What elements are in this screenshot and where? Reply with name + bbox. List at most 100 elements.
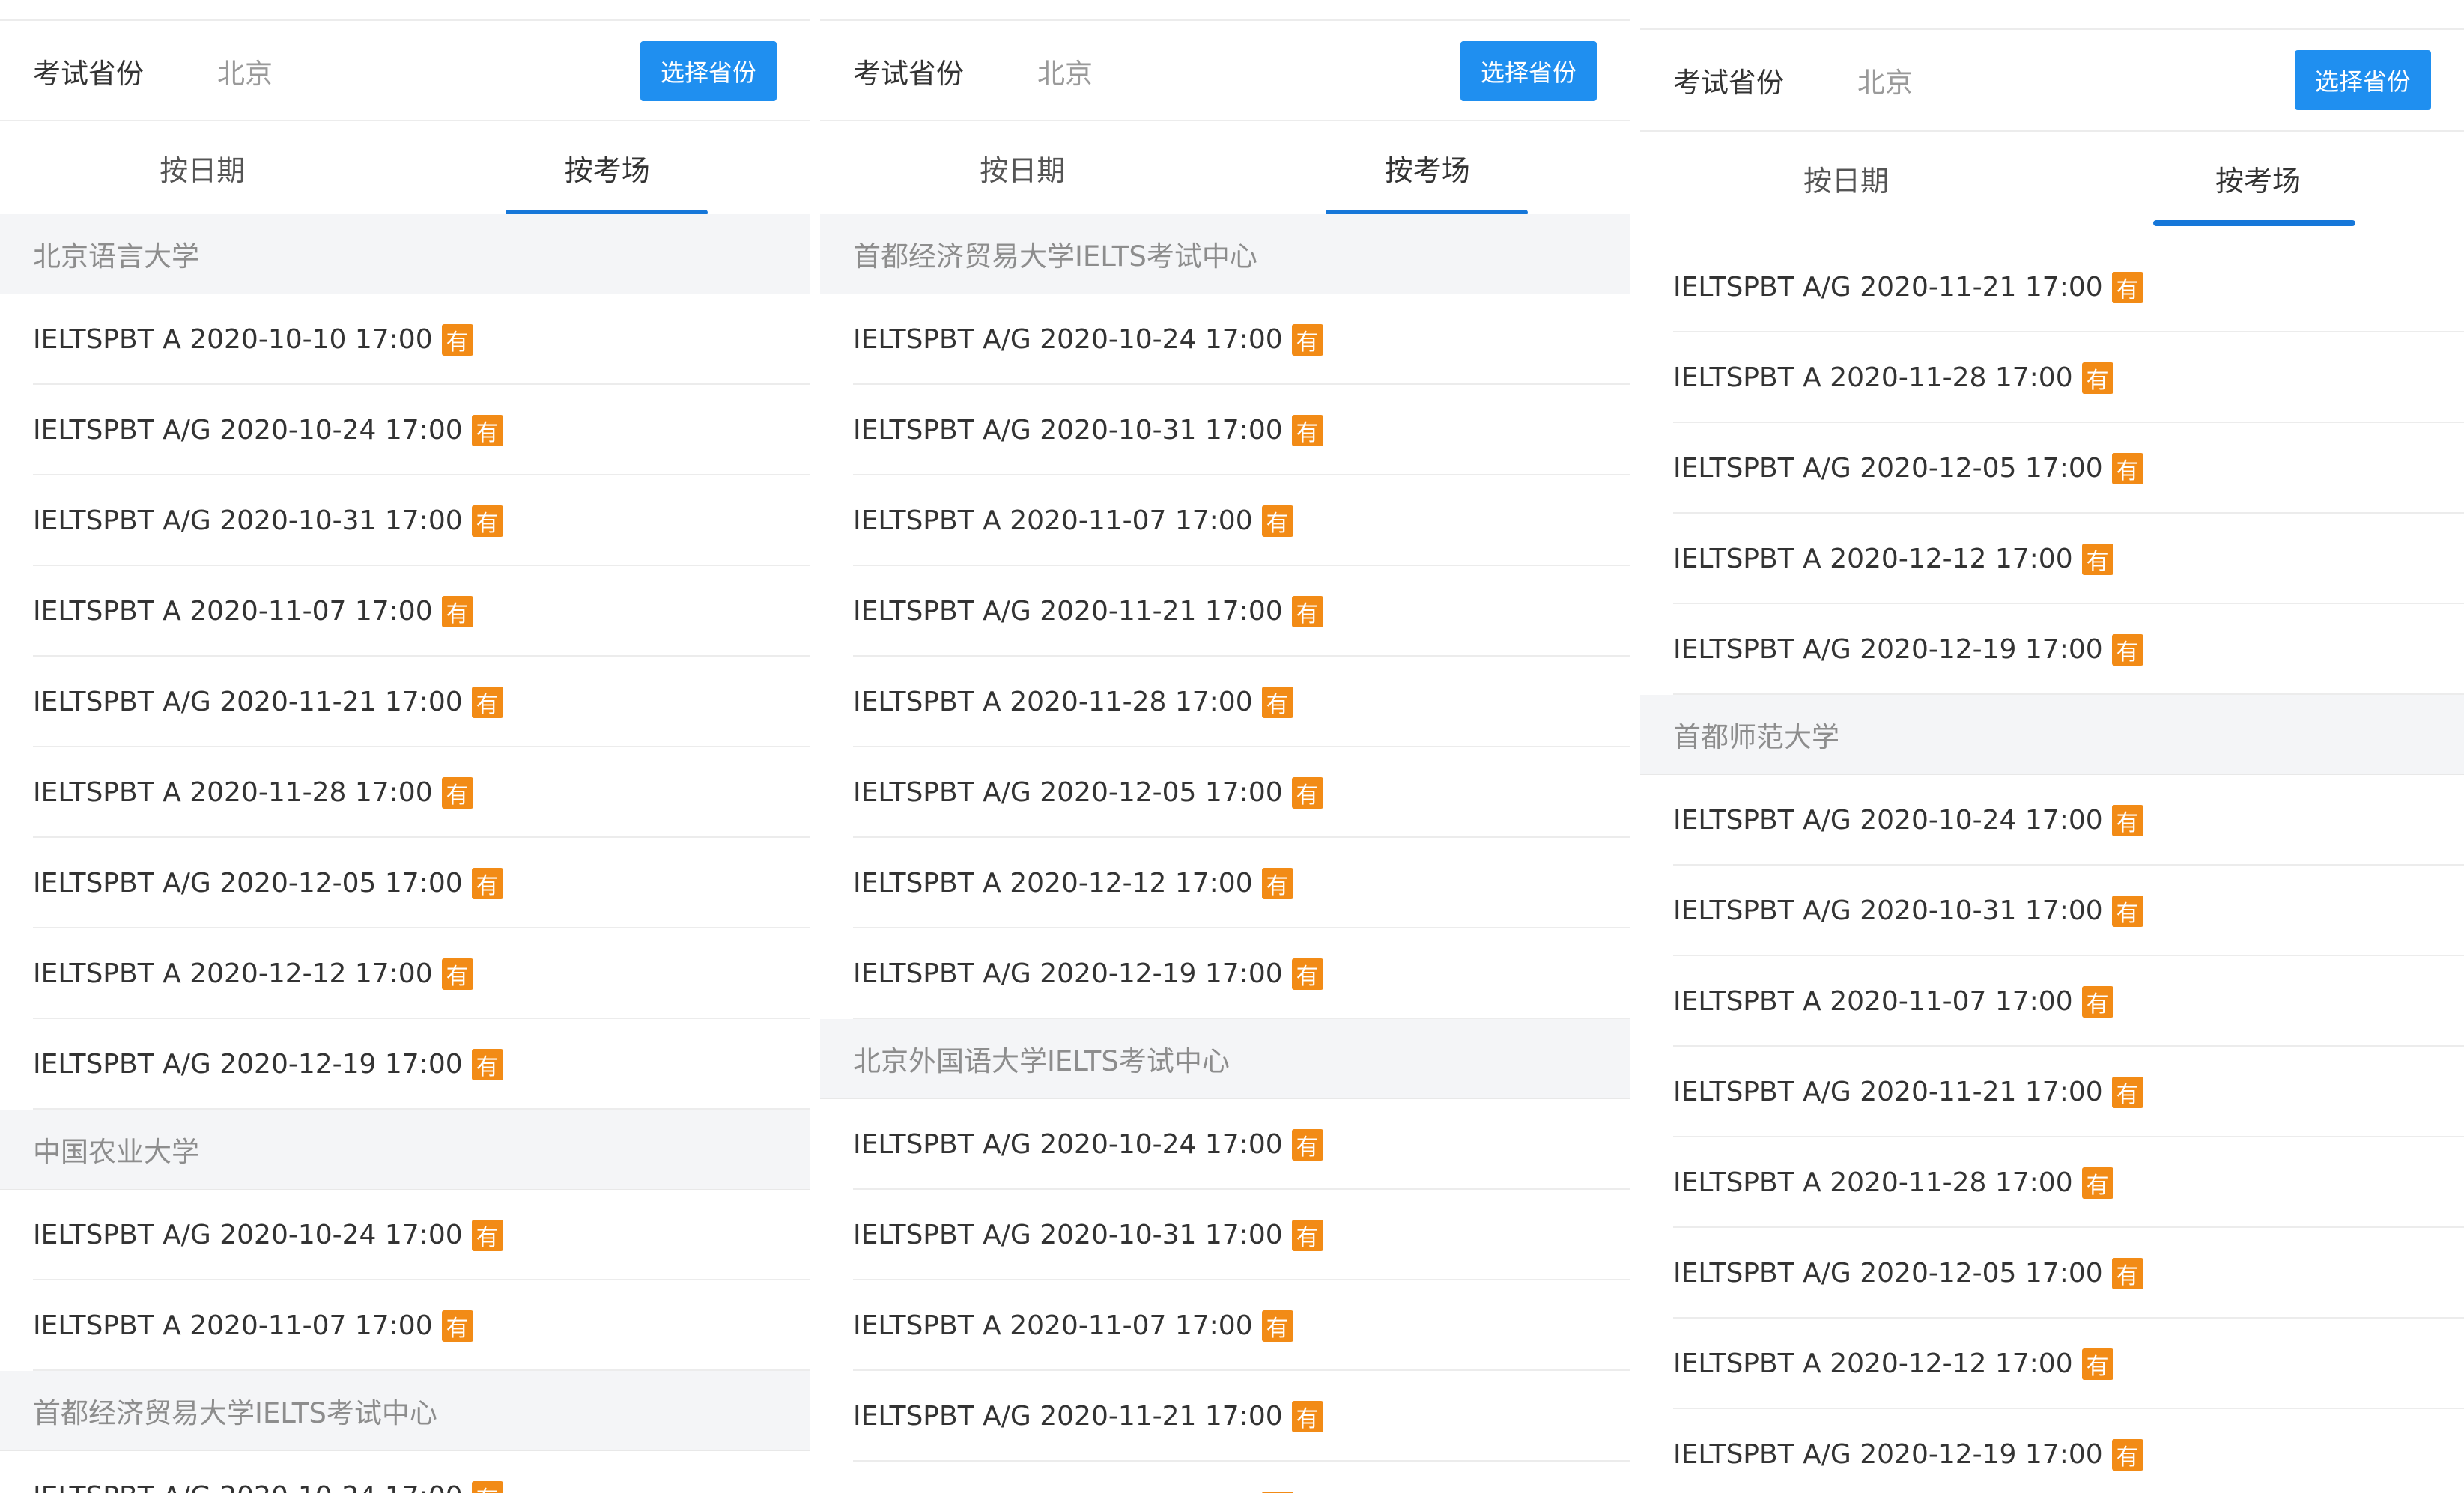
tab-bar: 按日期 按考场 — [820, 120, 1630, 216]
exam-session-info: IELTSPBT A/G 2020-10-31 17:00 有 — [853, 414, 1323, 446]
exam-session-row[interactable]: IELTSPBT A 2020-11-07 17:00 有 — [0, 1280, 810, 1371]
exam-session-row[interactable]: IELTSPBT A 2020-11-28 17:00有 — [0, 747, 810, 838]
tab-by-venue[interactable]: 按考场 — [1225, 121, 1630, 214]
exam-session-row[interactable]: IELTSPBT A 2020-12-12 17:00 有 — [1640, 1319, 2464, 1409]
exam-session-row[interactable]: IELTSPBT A 2020-11-07 17:00 有 — [820, 1280, 1630, 1371]
province-row: 考试省份 北京 选择省份 — [820, 21, 1630, 121]
tab-by-venue[interactable]: 按考场 — [405, 121, 810, 214]
exam-session-info: IELTSPBT A/G 2020-12-19 17:00 有 — [1673, 633, 2143, 666]
exam-session-info: IELTSPBT A 2020-11-07 17:00 有 — [853, 1310, 1293, 1342]
exam-session-info: IELTSPBT A/G 2020-10-24 17:00 有 — [853, 323, 1323, 356]
exam-session-row[interactable]: IELTSPBT A 2020-11-28 17:00有 — [1640, 332, 2464, 423]
exam-session-row[interactable]: IELTSPBT A/G 2020-10-24 17:00 有 — [0, 1190, 810, 1280]
province-value[interactable]: 北京 — [217, 51, 273, 91]
availability-badge: 有 — [1291, 1128, 1323, 1161]
province-value[interactable]: 北京 — [1857, 60, 1913, 100]
exam-session-text: IELTSPBT A/G 2020-10-24 17:00 — [33, 1220, 463, 1250]
exam-session-row[interactable]: IELTSPBT A/G 2020-12-05 17:00 有 — [820, 747, 1630, 838]
tab-bar: 按日期 按考场 — [1640, 130, 2464, 226]
exam-session-info: IELTSPBT A 2020-12-12 17:00 有 — [33, 958, 473, 990]
exam-session-row[interactable]: IELTSPBT A 2020-12-12 17:00 有 — [820, 838, 1630, 928]
availability-badge: 有 — [2081, 985, 2113, 1018]
select-province-button[interactable]: 选择省份 — [2295, 50, 2431, 110]
venue-section-header: 北京外国语大学IELTS考试中心 — [820, 1019, 1630, 1099]
exam-session-text: IELTSPBT A/G 2020-10-24 17:00 — [853, 324, 1283, 355]
availability-badge: 有 — [1291, 958, 1323, 990]
exam-session-row[interactable]: IELTSPBT A/G 2020-11-21 17:00 有 — [820, 566, 1630, 657]
exam-session-row[interactable]: IELTSPBT A/G 2020-12-19 17:00 有 — [1640, 604, 2464, 695]
exam-session-row[interactable]: IELTSPBT A/G 2020-12-19 17:00 有 — [0, 1019, 810, 1110]
exam-session-row[interactable]: IELTSPBT A/G 2020-12-05 17:00 有 — [1640, 1228, 2464, 1319]
exam-session-row[interactable]: IELTSPBT A/G 2020-10-31 17:00 有 — [820, 385, 1630, 475]
exam-session-row[interactable]: IELTSPBT A 2020-12-12 17:00 有 — [0, 928, 810, 1019]
exam-session-row[interactable]: IELTSPBT A 2020-11-07 17:00 有 — [0, 566, 810, 657]
exam-session-info: IELTSPBT A 2020-11-28 17:00 有 — [33, 776, 473, 809]
exam-session-info: IELTSPBT A 2020-11-07 17:00 有 — [33, 595, 473, 627]
exam-session-text: IELTSPBT A/G 2020-12-19 17:00 — [1673, 634, 2103, 665]
province-label: 考试省份 — [1673, 67, 1784, 99]
exam-session-row[interactable]: IELTSPBT A/G 2020-11-21 17:00 有 — [1640, 242, 2464, 332]
exam-session-info: IELTSPBT A/G 2020-12-05 17:00 有 — [1673, 1257, 2143, 1289]
venue-name: 首都经济贸易大学IELTS考试中心 — [853, 240, 1257, 273]
exam-session-info: IELTSPBT A 2020-10-10 17:00 有 — [33, 323, 473, 356]
availability-badge: 有 — [441, 776, 473, 809]
exam-session-text: IELTSPBT A/G 2020-11-21 17:00 — [853, 1401, 1283, 1432]
exam-session-row[interactable]: IELTSPBT A/G 2020-10-31 17:00 有 — [820, 1190, 1630, 1280]
availability-badge: 有 — [2081, 1167, 2113, 1199]
availability-badge: 有 — [2111, 804, 2143, 836]
exam-session-row[interactable]: IELTSPBT A/G 2020-12-19 17:00 有 — [1640, 1409, 2464, 1493]
exam-session-row[interactable]: IELTSPBT A 2020-11-28 17:00有 — [820, 1462, 1630, 1493]
exam-session-text: IELTSPBT A 2020-11-28 17:00 — [1673, 1167, 2073, 1198]
exam-session-info: IELTSPBT A 2020-11-28 17:00 有 — [853, 686, 1293, 718]
availability-badge: 有 — [1291, 595, 1323, 627]
availability-badge: 有 — [2081, 543, 2113, 575]
province-value[interactable]: 北京 — [1037, 51, 1093, 91]
exam-session-info: IELTSPBT A/G 2020-10-24 17:00 有 — [853, 1128, 1323, 1161]
exam-session-text: IELTSPBT A/G 2020-10-31 17:00 — [853, 1220, 1283, 1250]
exam-session-row[interactable]: IELTSPBT A/G 2020-12-05 17:00 有 — [0, 838, 810, 928]
exam-session-row[interactable]: IELTSPBT A 2020-11-07 17:00 有 — [820, 475, 1630, 566]
exam-session-text: IELTSPBT A/G 2020-11-21 17:00 — [1673, 1077, 2103, 1107]
select-province-button[interactable]: 选择省份 — [640, 41, 777, 101]
exam-session-row[interactable]: IELTSPBT A 2020-10-10 17:00 有 — [0, 294, 810, 385]
exam-session-row[interactable]: IELTSPBT A/G 2020-10-24 17:00 有 — [1640, 775, 2464, 866]
tab-by-date[interactable]: 按日期 — [0, 121, 405, 214]
exam-session-row[interactable]: IELTSPBT A/G 2020-10-24 17:00 有 — [0, 385, 810, 475]
exam-session-row[interactable]: IELTSPBT A/G 2020-11-21 17:00 有 — [820, 1371, 1630, 1462]
venue-list: 首都经济贸易大学IELTS考试中心 IELTSPBT A/G 2020-10-24… — [820, 214, 1630, 1493]
venue-name: 北京外国语大学IELTS考试中心 — [853, 1045, 1230, 1077]
exam-session-info: IELTSPBT A/G 2020-11-21 17:00 有 — [853, 595, 1323, 627]
exam-session-row[interactable]: IELTSPBT A/G 2020-10-24 17:00 有 — [820, 294, 1630, 385]
exam-session-info: IELTSPBT A/G 2020-10-31 17:00 有 — [33, 505, 503, 537]
exam-session-text: IELTSPBT A/G 2020-12-05 17:00 — [33, 868, 463, 898]
exam-session-row[interactable]: IELTSPBT A 2020-11-28 17:00有 — [820, 657, 1630, 747]
exam-session-row[interactable]: IELTSPBT A 2020-11-07 17:00 有 — [1640, 956, 2464, 1047]
exam-session-text: IELTSPBT A 2020-11-07 17:00 — [1673, 986, 2073, 1017]
exam-session-row[interactable]: IELTSPBT A/G 2020-11-21 17:00 有 — [0, 657, 810, 747]
exam-session-row[interactable]: IELTSPBT A 2020-12-12 17:00 有 — [1640, 514, 2464, 604]
exam-session-row[interactable]: IELTSPBT A/G 2020-10-24 17:00 有 — [820, 1099, 1630, 1190]
venue-section-header: 首都经济贸易大学IELTS考试中心 — [0, 1371, 810, 1451]
venue-section-header: 中国农业大学 — [0, 1110, 810, 1190]
tab-by-date[interactable]: 按日期 — [820, 121, 1225, 214]
availability-badge: 有 — [2111, 633, 2143, 666]
tab-by-date[interactable]: 按日期 — [1640, 132, 2052, 225]
exam-session-text: IELTSPBT A 2020-11-07 17:00 — [853, 1310, 1253, 1341]
exam-session-row[interactable]: IELTSPBT A/G 2020-10-31 17:00 有 — [0, 475, 810, 566]
exam-session-row[interactable]: IELTSPBT A/G 2020-10-31 17:00 有 — [1640, 866, 2464, 956]
exam-session-row[interactable]: IELTSPBT A/G 2020-12-19 17:00 有 — [820, 928, 1630, 1019]
exam-session-row[interactable]: IELTSPBT A/G 2020-11-21 17:00 有 — [1640, 1047, 2464, 1137]
exam-session-row[interactable]: IELTSPBT A/G 2020-12-05 17:00 有 — [1640, 423, 2464, 514]
exam-session-info: IELTSPBT A 2020-11-07 17:00 有 — [33, 1310, 473, 1342]
tab-by-venue[interactable]: 按考场 — [2052, 132, 2464, 225]
exam-session-text: IELTSPBT A/G 2020-12-05 17:00 — [1673, 1258, 2103, 1289]
venue-name: 北京语言大学 — [33, 240, 199, 273]
availability-badge: 有 — [1261, 686, 1293, 718]
select-province-button[interactable]: 选择省份 — [1460, 41, 1597, 101]
exam-session-row[interactable]: IELTSPBT A 2020-11-28 17:00 有 — [1640, 1137, 2464, 1228]
venue-section-header: 北京语言大学 — [0, 214, 810, 294]
exam-session-row[interactable]: IELTSPBT A/G 2020-10-24 17:00 有 — [0, 1451, 810, 1493]
availability-badge: 有 — [441, 958, 473, 990]
province-label: 考试省份 — [853, 58, 964, 90]
availability-badge: 有 — [471, 1219, 503, 1251]
